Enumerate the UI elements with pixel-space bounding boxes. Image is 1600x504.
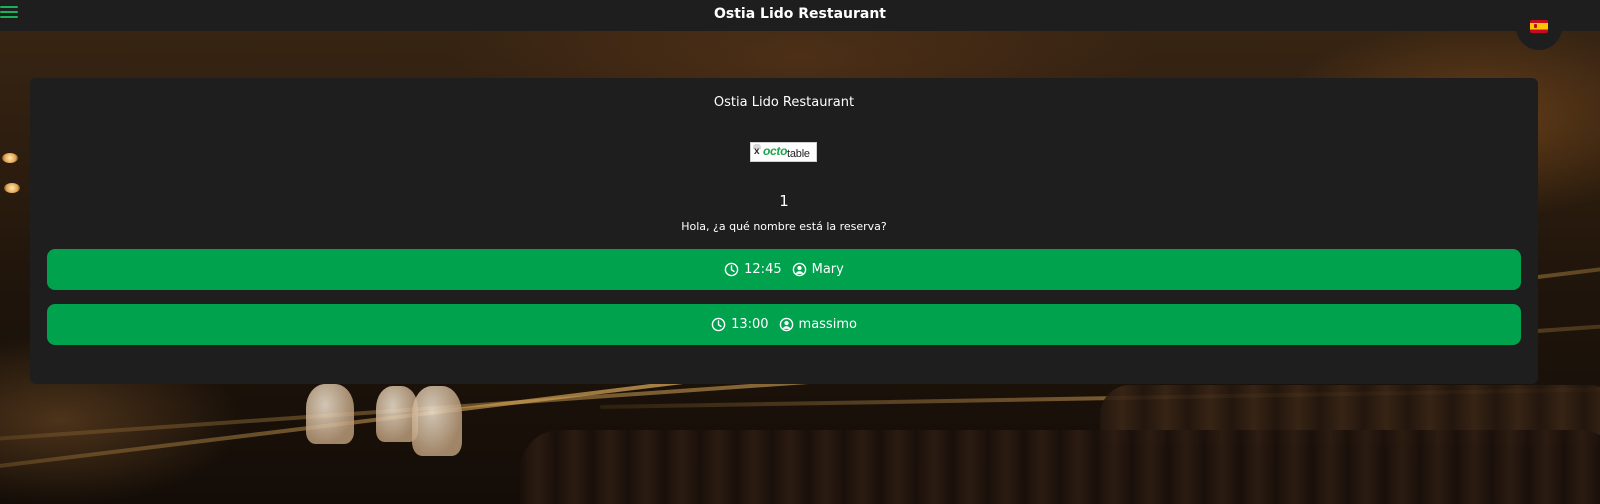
app-title: Ostia Lido Restaurant xyxy=(713,6,886,22)
spain-flag-icon xyxy=(1530,20,1548,33)
question-text: Hola, ¿a qué nombre está la reserva? xyxy=(681,220,887,233)
reservation-time: 12:45 xyxy=(744,262,782,277)
octotable-logo: x octo table xyxy=(750,142,817,162)
reservation-card: Ostia Lido Restaurant x octo table 1 Hol… xyxy=(30,78,1538,384)
clock-icon xyxy=(711,317,726,332)
top-app-bar: Ostia Lido Restaurant xyxy=(0,0,1600,31)
reservation-time: 13:00 xyxy=(731,317,769,332)
user-icon xyxy=(779,317,793,332)
language-selector-button[interactable] xyxy=(1516,4,1562,50)
restaurant-name: Ostia Lido Restaurant xyxy=(713,95,855,110)
clock-icon xyxy=(724,262,739,277)
user-icon xyxy=(792,262,806,277)
reservation-button[interactable]: 12:45 Mary xyxy=(47,249,1521,290)
reservation-name: Mary xyxy=(811,262,844,277)
step-number: 1 xyxy=(779,192,789,210)
reservation-button[interactable]: 13:00 massimo xyxy=(47,304,1521,345)
reservation-name: massimo xyxy=(798,317,857,332)
